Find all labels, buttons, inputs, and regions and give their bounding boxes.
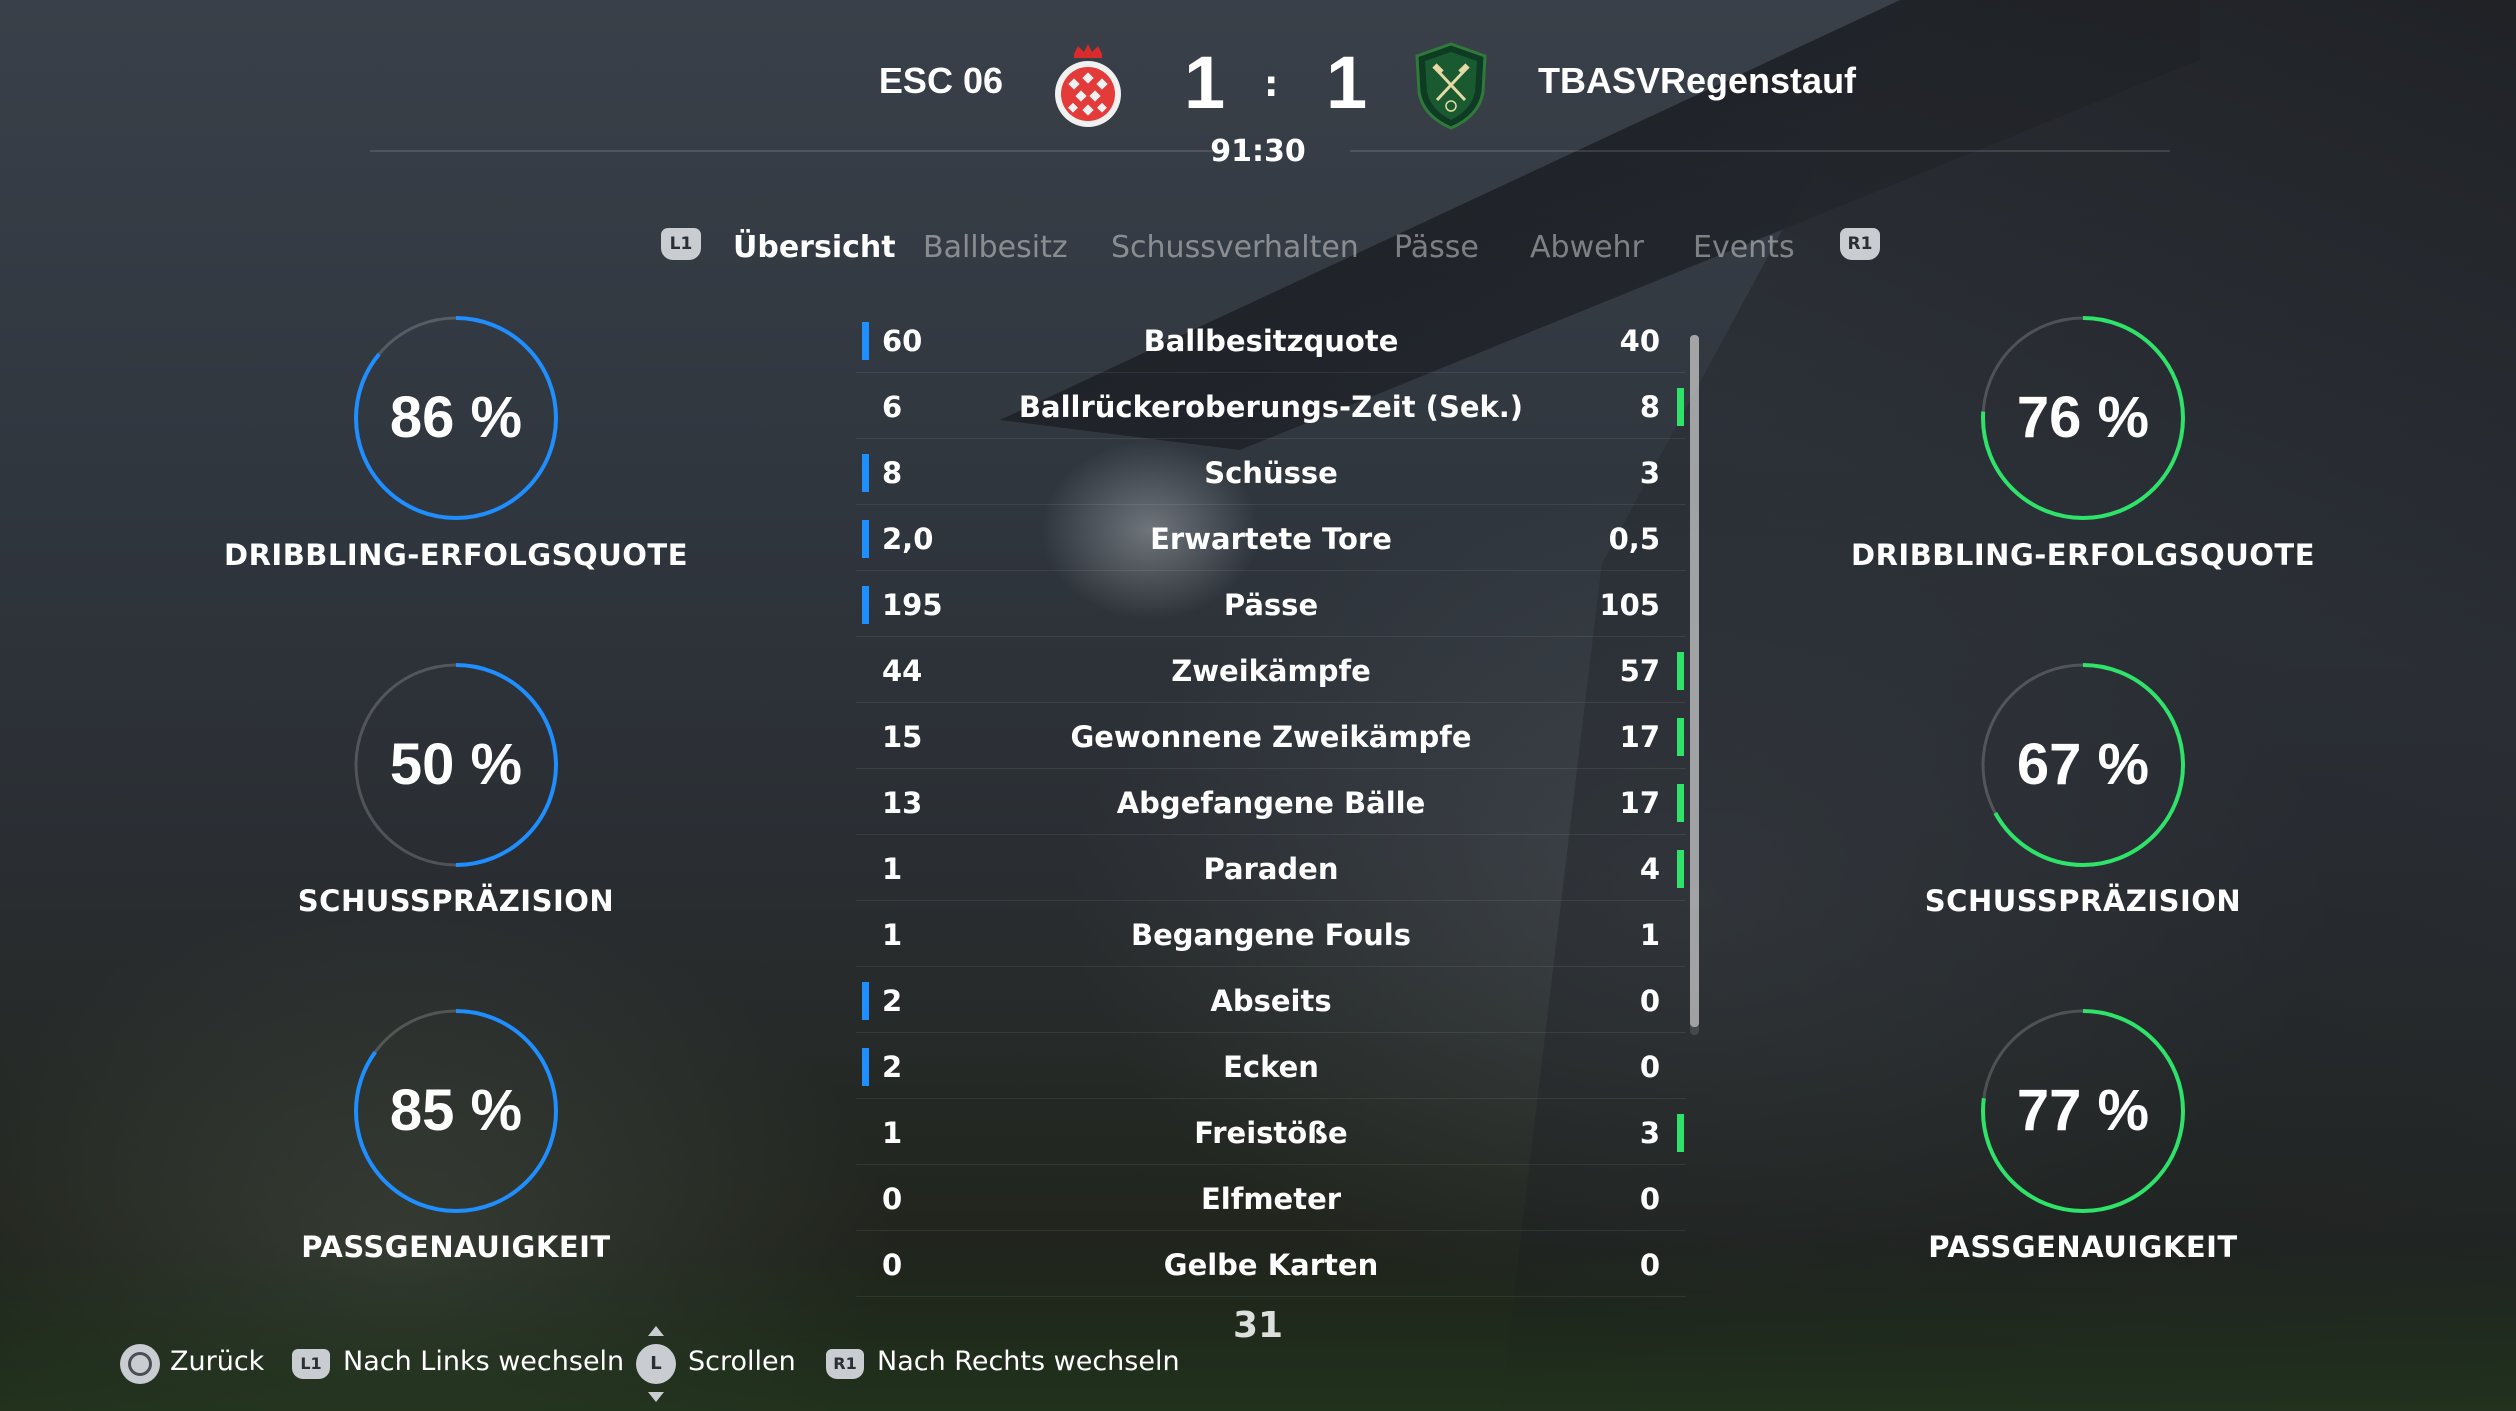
home-shot-accuracy-gauge: 50 % — [352, 661, 560, 869]
home-team-name: ESC 06 — [878, 60, 1003, 101]
away-shot-accuracy-label: SCHUSSPRÄZISION — [1924, 884, 2242, 918]
stats-scrollbar-thumb[interactable] — [1690, 335, 1699, 1027]
stat-row: 15 Gewonnene Zweikämpfe 17 — [856, 703, 1686, 769]
stat-label: Elfmeter — [1200, 1182, 1342, 1216]
stat-row: 1 Freistöße 3 — [856, 1099, 1686, 1165]
tab-events[interactable]: Events — [1693, 230, 1795, 265]
stat-row: 2 Ecken 0 — [856, 1033, 1686, 1099]
stat-label: Freistöße — [1194, 1116, 1348, 1150]
away-shot-accuracy-gauge: 67 % — [1979, 661, 2187, 869]
r1-button-icon[interactable]: R1 — [1840, 228, 1880, 260]
match-header: ESC 06 1 : 1 TBASVRegenstauf 91:30 — [0, 0, 2516, 200]
stat-row: 0 Elfmeter 0 — [856, 1165, 1686, 1231]
tab-ballbesitz[interactable]: Ballbesitz — [923, 230, 1068, 265]
stat-label: Gewonnene Zweikämpfe — [1070, 720, 1472, 754]
tab-schussverhalten[interactable]: Schussverhalten — [1111, 230, 1359, 265]
stat-away-value: 40 — [1619, 324, 1660, 358]
stat-label: Ballbesitzquote — [1143, 324, 1399, 358]
stat-label: Begangene Fouls — [1131, 918, 1411, 952]
stat-label: Ballrückeroberungs-Zeit (Sek.) — [1018, 390, 1524, 424]
stat-row: 13 Abgefangene Bälle 17 — [856, 769, 1686, 835]
page-counter: 31 — [1232, 1305, 1284, 1346]
tab-paesse[interactable]: Pässe — [1394, 230, 1479, 265]
home-pass-accuracy-gauge: 85 % — [352, 1007, 560, 1215]
l1-footer-icon[interactable]: L1 — [292, 1349, 330, 1379]
stat-label: Zweikämpfe — [1171, 654, 1371, 688]
stat-away-value: 0 — [1639, 1248, 1660, 1282]
away-team-name: TBASVRegenstauf — [1538, 60, 1857, 101]
away-dribbling-gauge: 76 % — [1979, 314, 2187, 522]
stat-label: Schüsse — [1204, 456, 1338, 490]
home-dribbling-gauge: 86 % — [352, 314, 560, 522]
stat-away-value: 8 — [1639, 390, 1660, 424]
stat-row: 1 Begangene Fouls 1 — [856, 901, 1686, 967]
tab-abwehr[interactable]: Abwehr — [1530, 230, 1644, 265]
stat-row: 8 Schüsse 3 — [856, 439, 1686, 505]
switch-left-hint[interactable]: Nach Links wechseln — [343, 1346, 624, 1377]
l1-button-icon[interactable]: L1 — [661, 228, 701, 260]
stat-away-value: 0 — [1639, 984, 1660, 1018]
away-shot-accuracy-value: 67 % — [2016, 732, 2150, 797]
stat-row: 1 Paraden 4 — [856, 835, 1686, 901]
stat-row: 2,0 Erwartete Tore 0,5 — [856, 505, 1686, 571]
stat-label: Erwartete Tore — [1150, 522, 1392, 556]
stat-row: 44 Zweikämpfe 57 — [856, 637, 1686, 703]
away-pass-accuracy-label: PASSGENAUIGKEIT — [1928, 1230, 2238, 1264]
stat-row: 60 Ballbesitzquote 40 — [856, 307, 1686, 373]
stat-row: 6 Ballrückeroberungs-Zeit (Sek.) 8 — [856, 373, 1686, 439]
stat-away-value: 0,5 — [1608, 522, 1660, 556]
scroll-up-icon — [648, 1326, 664, 1336]
scroll-down-icon — [648, 1392, 664, 1402]
away-pass-accuracy-gauge: 77 % — [1979, 1007, 2187, 1215]
stat-away-value: 17 — [1619, 720, 1660, 754]
stat-row: 2 Abseits 0 — [856, 967, 1686, 1033]
home-pass-accuracy-label: PASSGENAUIGKEIT — [301, 1230, 611, 1264]
stat-label: Pässe — [1223, 588, 1319, 622]
stats-scrollbar[interactable] — [1690, 335, 1699, 1035]
left-stick-icon[interactable]: L — [636, 1344, 676, 1384]
stat-label: Abseits — [1210, 984, 1332, 1018]
home-shot-accuracy-label: SCHUSSPRÄZISION — [297, 884, 615, 918]
stat-away-value: 105 — [1599, 588, 1660, 622]
stat-away-value: 17 — [1619, 786, 1660, 820]
score-separator: : — [1264, 64, 1279, 105]
home-score: 1 — [1184, 41, 1226, 124]
away-team-crest-icon — [1413, 42, 1489, 130]
away-pass-accuracy-value: 77 % — [2016, 1078, 2150, 1143]
home-shot-accuracy-value: 50 % — [389, 732, 523, 797]
away-dribbling-label: DRIBBLING-ERFOLGSQUOTE — [1851, 538, 2315, 572]
stats-table[interactable]: 60 Ballbesitzquote 40 6 Ballrückeroberungs-Z… — [856, 307, 1686, 1297]
home-dribbling-value: 86 % — [389, 385, 523, 450]
switch-right-hint[interactable]: Nach Rechts wechseln — [877, 1346, 1180, 1377]
away-score: 1 — [1326, 41, 1368, 124]
stat-away-value: 3 — [1639, 456, 1660, 490]
stat-label: Gelbe Karten — [1163, 1248, 1379, 1282]
away-dribbling-value: 76 % — [2016, 385, 2150, 450]
stat-away-value: 3 — [1639, 1116, 1660, 1150]
stat-row: 0 Gelbe Karten 0 — [856, 1231, 1686, 1297]
stat-away-value: 4 — [1639, 852, 1660, 886]
scroll-hint[interactable]: Scrollen — [688, 1346, 796, 1377]
home-pass-accuracy-value: 85 % — [389, 1078, 523, 1143]
home-dribbling-label: DRIBBLING-ERFOLGSQUOTE — [224, 538, 688, 572]
r1-footer-icon[interactable]: R1 — [826, 1349, 864, 1379]
match-clock: 91:30 — [1210, 134, 1306, 169]
stat-away-value: 57 — [1619, 654, 1660, 688]
stat-away-value: 0 — [1639, 1050, 1660, 1084]
back-hint[interactable]: Zurück — [170, 1346, 264, 1377]
tab-uebersicht[interactable]: Übersicht — [733, 230, 896, 265]
stat-label: Ecken — [1223, 1050, 1319, 1084]
stat-row: 195 Pässe 105 — [856, 571, 1686, 637]
stat-away-value: 1 — [1639, 918, 1660, 952]
stat-label: Paraden — [1203, 852, 1339, 886]
stat-away-value: 0 — [1639, 1182, 1660, 1216]
home-team-crest-icon — [1052, 44, 1124, 128]
stat-label: Abgefangene Bälle — [1116, 786, 1426, 820]
circle-button-icon[interactable] — [120, 1344, 160, 1384]
